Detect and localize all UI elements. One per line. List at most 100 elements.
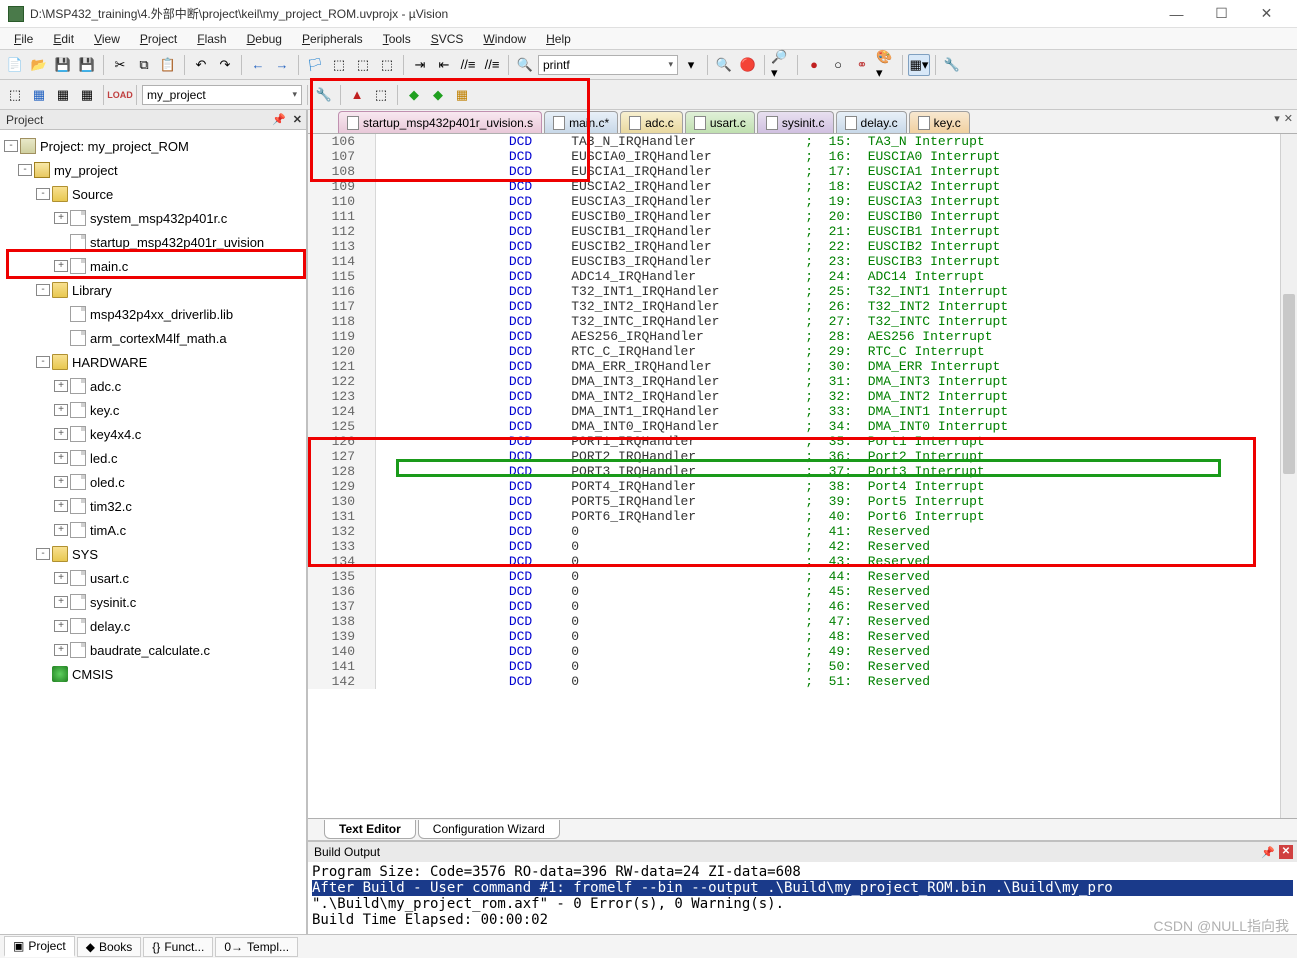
target-combo[interactable]: my_project [142, 85, 302, 105]
download-icon[interactable]: LOAD [109, 84, 131, 106]
expand-icon[interactable]: - [36, 284, 50, 296]
code-editor[interactable]: 106 DCD TA3_N_IRQHandler ; 15: TA3_N Int… [308, 134, 1297, 818]
code-line[interactable]: 113 DCD EUSCIB2_IRQHandler ; 22: EUSCIB2… [308, 239, 1297, 254]
window-icon[interactable]: ▦▾ [908, 54, 930, 76]
tab-config-wizard[interactable]: Configuration Wizard [418, 820, 560, 839]
expand-icon[interactable]: - [36, 188, 50, 200]
code-line[interactable]: 109 DCD EUSCIA2_IRQHandler ; 18: EUSCIA2… [308, 179, 1297, 194]
close-button[interactable]: ✕ [1244, 0, 1289, 28]
menu-peripherals[interactable]: Peripherals [292, 30, 373, 48]
rebuild-icon[interactable]: ▦ [52, 84, 74, 106]
tree-item[interactable]: +key4x4.c [0, 422, 306, 446]
bookmark-clear-icon[interactable]: ⬚ [376, 54, 398, 76]
pack-green2-icon[interactable]: ◆ [427, 84, 449, 106]
code-line[interactable]: 133 DCD 0 ; 42: Reserved [308, 539, 1297, 554]
minimize-button[interactable]: — [1154, 0, 1199, 28]
bookmark-next-icon[interactable]: ⬚ [352, 54, 374, 76]
file-ext-icon[interactable]: ⬚ [370, 84, 392, 106]
editor-tab[interactable]: key.c [909, 111, 970, 133]
code-line[interactable]: 125 DCD DMA_INT0_IRQHandler ; 34: DMA_IN… [308, 419, 1297, 434]
tree-item[interactable]: +usart.c [0, 566, 306, 590]
nav-fwd-icon[interactable]: → [271, 54, 293, 76]
tree-item[interactable]: -my_project [0, 158, 306, 182]
status-tab-templ[interactable]: 0→Templ... [215, 937, 298, 957]
expand-icon[interactable]: + [54, 260, 68, 272]
tree-item[interactable]: msp432p4xx_driverlib.lib [0, 302, 306, 326]
code-line[interactable]: 124 DCD DMA_INT1_IRQHandler ; 33: DMA_IN… [308, 404, 1297, 419]
code-line[interactable]: 116 DCD T32_INT1_IRQHandler ; 25: T32_IN… [308, 284, 1297, 299]
code-line[interactable]: 120 DCD RTC_C_IRQHandler ; 29: RTC_C Int… [308, 344, 1297, 359]
comment-icon[interactable]: //≡ [457, 54, 479, 76]
code-line[interactable]: 129 DCD PORT4_IRQHandler ; 38: Port4 Int… [308, 479, 1297, 494]
tree-item[interactable]: +timA.c [0, 518, 306, 542]
menu-edit[interactable]: Edit [43, 30, 84, 48]
expand-icon[interactable]: - [36, 548, 50, 560]
redo-icon[interactable]: ↷ [214, 54, 236, 76]
tree-item[interactable]: -HARDWARE [0, 350, 306, 374]
expand-icon[interactable]: + [54, 500, 68, 512]
expand-icon[interactable]: - [18, 164, 32, 176]
panel-close-icon[interactable]: ✕ [293, 113, 302, 126]
bookmark-icon[interactable]: 🏳 [304, 54, 326, 76]
editor-tab[interactable]: main.c* [544, 111, 618, 133]
tab-close-icon[interactable]: ✕ [1284, 112, 1293, 125]
palette-icon[interactable]: 🎨▾ [875, 54, 897, 76]
tree-item[interactable]: +led.c [0, 446, 306, 470]
code-line[interactable]: 132 DCD 0 ; 41: Reserved [308, 524, 1297, 539]
tab-text-editor[interactable]: Text Editor [324, 820, 416, 839]
tree-item[interactable]: +delay.c [0, 614, 306, 638]
expand-icon[interactable]: + [54, 524, 68, 536]
menu-svcs[interactable]: SVCS [421, 30, 474, 48]
editor-tab[interactable]: sysinit.c [757, 111, 834, 133]
tree-item[interactable]: +adc.c [0, 374, 306, 398]
open-icon[interactable]: 📂 [28, 54, 50, 76]
status-tab-books[interactable]: ◆Books [77, 937, 142, 957]
expand-icon[interactable]: + [54, 404, 68, 416]
options-icon[interactable]: 🔧 [313, 84, 335, 106]
tree-item[interactable]: -Library [0, 278, 306, 302]
pack-green-icon[interactable]: ◆ [403, 84, 425, 106]
step-icon[interactable]: ○ [827, 54, 849, 76]
code-line[interactable]: 136 DCD 0 ; 45: Reserved [308, 584, 1297, 599]
code-line[interactable]: 139 DCD 0 ; 48: Reserved [308, 629, 1297, 644]
find-combo[interactable]: printf [538, 55, 678, 75]
tree-item[interactable]: +sysinit.c [0, 590, 306, 614]
expand-icon[interactable]: + [54, 428, 68, 440]
tree-item[interactable]: +tim32.c [0, 494, 306, 518]
copy-icon[interactable]: ⧉ [133, 54, 155, 76]
tree-item[interactable]: -Source [0, 182, 306, 206]
build-output-body[interactable]: Program Size: Code=3576 RO-data=396 RW-d… [308, 862, 1297, 934]
code-line[interactable]: 135 DCD 0 ; 44: Reserved [308, 569, 1297, 584]
tree-item[interactable]: +baudrate_calculate.c [0, 638, 306, 662]
expand-icon[interactable]: + [54, 476, 68, 488]
tree-item[interactable]: -SYS [0, 542, 306, 566]
tree-item[interactable]: +key.c [0, 398, 306, 422]
link-icon[interactable]: ⚭ [851, 54, 873, 76]
expand-icon[interactable]: + [54, 572, 68, 584]
code-line[interactable]: 108 DCD EUSCIA1_IRQHandler ; 17: EUSCIA1… [308, 164, 1297, 179]
tree-item[interactable]: CMSIS [0, 662, 306, 686]
project-tree[interactable]: -Project: my_project_ROM-my_project-Sour… [0, 130, 306, 934]
save-icon[interactable]: 💾 [52, 54, 74, 76]
code-line[interactable]: 140 DCD 0 ; 49: Reserved [308, 644, 1297, 659]
save-all-icon[interactable]: 💾 [76, 54, 98, 76]
new-icon[interactable]: 📄 [4, 54, 26, 76]
code-line[interactable]: 117 DCD T32_INT2_IRQHandler ; 26: T32_IN… [308, 299, 1297, 314]
build-icon[interactable]: ⬚ [4, 84, 26, 106]
expand-icon[interactable]: - [36, 356, 50, 368]
code-line[interactable]: 121 DCD DMA_ERR_IRQHandler ; 30: DMA_ERR… [308, 359, 1297, 374]
pin-icon[interactable]: 📌 [272, 113, 286, 126]
menu-help[interactable]: Help [536, 30, 581, 48]
code-line[interactable]: 134 DCD 0 ; 43: Reserved [308, 554, 1297, 569]
editor-tab[interactable]: usart.c [685, 111, 755, 133]
code-line[interactable]: 142 DCD 0 ; 51: Reserved [308, 674, 1297, 689]
editor-tab[interactable]: adc.c [620, 111, 683, 133]
tree-item[interactable]: +system_msp432p401r.c [0, 206, 306, 230]
status-tab-funct[interactable]: {}Funct... [143, 937, 213, 957]
code-line[interactable]: 126 DCD PORT1_IRQHandler ; 35: Port1 Int… [308, 434, 1297, 449]
outdent-icon[interactable]: ⇤ [433, 54, 455, 76]
tab-dropdown-icon[interactable]: ▾ [1274, 112, 1280, 125]
scrollbar-vertical[interactable] [1280, 134, 1297, 818]
menu-view[interactable]: View [84, 30, 130, 48]
editor-tab[interactable]: startup_msp432p401r_uvision.s [338, 111, 542, 133]
